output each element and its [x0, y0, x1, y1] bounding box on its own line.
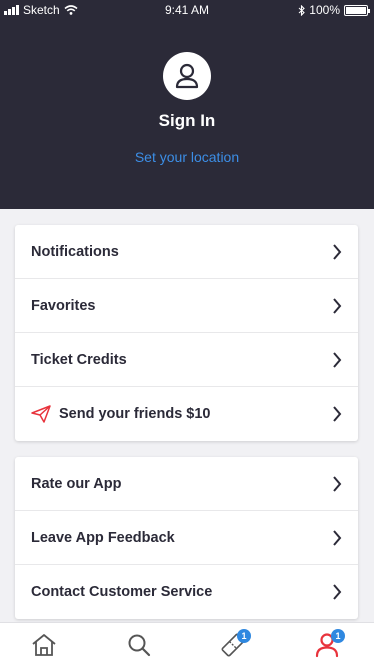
menu-item-label: Leave App Feedback	[31, 529, 175, 546]
battery-icon	[344, 4, 370, 16]
tab-tickets[interactable]: 1	[203, 623, 263, 666]
chevron-right-icon	[333, 352, 342, 368]
menu-item-favorites[interactable]: Favorites	[15, 279, 358, 333]
menu-item-feedback[interactable]: Leave App Feedback	[15, 511, 358, 565]
chevron-right-icon	[333, 530, 342, 546]
chevron-right-icon	[333, 584, 342, 600]
tab-search[interactable]	[109, 623, 169, 666]
tab-account[interactable]: 1	[297, 623, 357, 666]
menu-card-account: Notifications Favorites Ticket Credits S…	[15, 225, 358, 441]
sign-in-title[interactable]: Sign In	[0, 111, 374, 131]
menu-item-rate-app[interactable]: Rate our App	[15, 457, 358, 511]
search-icon	[128, 634, 151, 657]
chevron-right-icon	[333, 406, 342, 422]
tab-bar: 1 1	[0, 622, 374, 666]
tickets-badge: 1	[237, 629, 251, 643]
chevron-right-icon	[333, 298, 342, 314]
chevron-right-icon	[333, 244, 342, 260]
paper-plane-icon	[31, 405, 51, 423]
chevron-right-icon	[333, 476, 342, 492]
menu-item-label: Contact Customer Service	[31, 584, 213, 600]
avatar[interactable]	[163, 52, 211, 100]
menu-item-ticket-credits[interactable]: Ticket Credits	[15, 333, 358, 387]
menu-item-label: Rate our App	[31, 475, 122, 492]
menu-item-customer-service[interactable]: Contact Customer Service	[15, 565, 358, 619]
menu-item-label: Favorites	[31, 297, 96, 314]
tab-home[interactable]	[14, 623, 74, 666]
menu-card-support: Rate our App Leave App Feedback Contact …	[15, 457, 358, 619]
bluetooth-icon	[298, 4, 306, 16]
battery-percent: 100%	[309, 3, 340, 17]
menu-item-send-friends[interactable]: Send your friends $10	[15, 387, 358, 441]
menu-item-label: Send your friends $10	[59, 406, 211, 422]
set-location-link[interactable]: Set your location	[0, 149, 374, 165]
status-bar: Sketch 9:41 AM 100%	[0, 0, 374, 20]
user-icon	[175, 63, 199, 89]
menu-item-label: Ticket Credits	[31, 351, 127, 368]
menu-item-notifications[interactable]: Notifications	[15, 225, 358, 279]
menu-item-label: Notifications	[31, 243, 119, 260]
home-icon	[32, 634, 56, 656]
profile-header: Sketch 9:41 AM 100% Sign In Set your loc…	[0, 0, 374, 209]
account-badge: 1	[331, 629, 345, 643]
